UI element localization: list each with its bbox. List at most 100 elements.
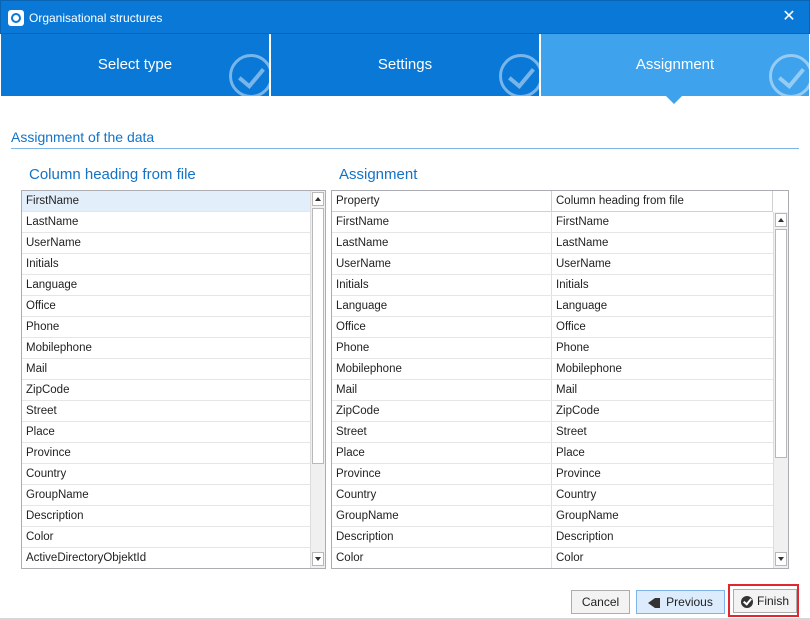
table-row[interactable]: GroupName GroupName: [332, 506, 773, 527]
list-item[interactable]: Color: [22, 527, 311, 548]
file-column-cell[interactable]: GroupName: [552, 506, 773, 526]
file-column-cell[interactable]: Place: [552, 443, 773, 463]
list-item[interactable]: Place: [22, 422, 311, 443]
list-item[interactable]: Description: [22, 506, 311, 527]
grid-header: Property Column heading from file: [332, 191, 773, 212]
property-cell: Country: [332, 485, 552, 505]
scroll-up-icon[interactable]: [312, 192, 324, 206]
scroll-thumb[interactable]: [312, 208, 324, 464]
property-cell: Language: [332, 296, 552, 316]
column-header-file[interactable]: Column heading from file: [552, 191, 773, 211]
table-row[interactable]: Office Office: [332, 317, 773, 338]
property-cell: Place: [332, 443, 552, 463]
file-column-cell[interactable]: Street: [552, 422, 773, 442]
scroll-down-icon[interactable]: [312, 552, 324, 566]
table-row[interactable]: Description Description: [332, 527, 773, 548]
previous-button[interactable]: Previous: [636, 590, 725, 614]
file-column-cell[interactable]: Language: [552, 296, 773, 316]
table-row[interactable]: Province Province: [332, 464, 773, 485]
file-column-cell[interactable]: Color: [552, 548, 773, 568]
table-row[interactable]: Place Place: [332, 443, 773, 464]
property-cell: Mail: [332, 380, 552, 400]
active-step-pointer: [666, 96, 682, 104]
table-row[interactable]: LastName LastName: [332, 233, 773, 254]
list-item[interactable]: Phone: [22, 317, 311, 338]
property-cell: GroupName: [332, 506, 552, 526]
table-row[interactable]: Color Color: [332, 548, 773, 568]
file-column-cell[interactable]: UserName: [552, 254, 773, 274]
list-item[interactable]: Office: [22, 296, 311, 317]
table-row[interactable]: Mobilephone Mobilephone: [332, 359, 773, 380]
left-scrollbar[interactable]: [310, 191, 325, 568]
file-column-cell[interactable]: Office: [552, 317, 773, 337]
table-row[interactable]: FirstName FirstName: [332, 212, 773, 233]
table-row[interactable]: Initials Initials: [332, 275, 773, 296]
right-panel-heading: Assignment: [339, 166, 418, 183]
file-column-cell[interactable]: FirstName: [552, 212, 773, 232]
file-column-cell[interactable]: Phone: [552, 338, 773, 358]
file-column-cell[interactable]: Initials: [552, 275, 773, 295]
step-settings[interactable]: Settings: [271, 34, 539, 96]
list-item[interactable]: ActiveDirectoryObjektId: [22, 548, 311, 568]
list-item[interactable]: ZipCode: [22, 380, 311, 401]
table-row[interactable]: Mail Mail: [332, 380, 773, 401]
assignment-grid[interactable]: Property Column heading from file FirstN…: [331, 190, 789, 569]
file-column-cell[interactable]: Country: [552, 485, 773, 505]
property-cell: ZipCode: [332, 401, 552, 421]
list-item[interactable]: Province: [22, 443, 311, 464]
property-cell: Description: [332, 527, 552, 547]
close-button[interactable]: ✕: [777, 6, 801, 28]
property-cell: Province: [332, 464, 552, 484]
file-column-cell[interactable]: Mail: [552, 380, 773, 400]
table-row[interactable]: Phone Phone: [332, 338, 773, 359]
step-label: Settings: [377, 56, 433, 73]
property-cell: FirstName: [332, 212, 552, 232]
property-cell: Initials: [332, 275, 552, 295]
check-circle-icon: [769, 54, 809, 96]
property-cell: Office: [332, 317, 552, 337]
wizard-steps: Select type Settings Assignment: [0, 34, 810, 96]
table-row[interactable]: Country Country: [332, 485, 773, 506]
scroll-thumb[interactable]: [775, 229, 787, 458]
list-item[interactable]: Language: [22, 275, 311, 296]
step-assignment[interactable]: Assignment: [541, 34, 809, 96]
file-column-cell[interactable]: Description: [552, 527, 773, 547]
file-column-cell[interactable]: ZipCode: [552, 401, 773, 421]
property-cell: Color: [332, 548, 552, 568]
check-circle-icon: [499, 54, 539, 96]
property-cell: LastName: [332, 233, 552, 253]
column-header-property[interactable]: Property: [332, 191, 552, 211]
section-title: Assignment of the data: [11, 129, 155, 145]
list-item[interactable]: GroupName: [22, 485, 311, 506]
table-row[interactable]: UserName UserName: [332, 254, 773, 275]
scroll-up-icon[interactable]: [775, 213, 787, 227]
list-item[interactable]: FirstName: [22, 191, 311, 212]
list-item[interactable]: Country: [22, 464, 311, 485]
table-row[interactable]: ZipCode ZipCode: [332, 401, 773, 422]
file-columns-list[interactable]: FirstName LastName UserName Initials Languag…: [21, 190, 326, 569]
previous-label: Previous: [666, 595, 713, 609]
step-label: Assignment: [635, 56, 715, 73]
previous-arrow-icon: [648, 597, 662, 609]
list-item[interactable]: Mail: [22, 359, 311, 380]
step-select-type[interactable]: Select type: [1, 34, 269, 96]
table-row[interactable]: Street Street: [332, 422, 773, 443]
property-cell: Phone: [332, 338, 552, 358]
check-circle-icon: [229, 54, 269, 96]
scroll-down-icon[interactable]: [775, 552, 787, 566]
file-column-cell[interactable]: Mobilephone: [552, 359, 773, 379]
app-logo-icon: [8, 10, 24, 26]
list-item[interactable]: LastName: [22, 212, 311, 233]
file-column-cell[interactable]: Province: [552, 464, 773, 484]
list-item[interactable]: Mobilephone: [22, 338, 311, 359]
window-title: Organisational structures: [29, 11, 163, 25]
section-divider: [11, 148, 799, 149]
table-row[interactable]: Language Language: [332, 296, 773, 317]
list-item[interactable]: Street: [22, 401, 311, 422]
file-column-cell[interactable]: LastName: [552, 233, 773, 253]
cancel-button[interactable]: Cancel: [571, 590, 630, 614]
left-panel-heading: Column heading from file: [29, 166, 196, 183]
list-item[interactable]: Initials: [22, 254, 311, 275]
list-item[interactable]: UserName: [22, 233, 311, 254]
right-scrollbar[interactable]: [773, 212, 788, 568]
